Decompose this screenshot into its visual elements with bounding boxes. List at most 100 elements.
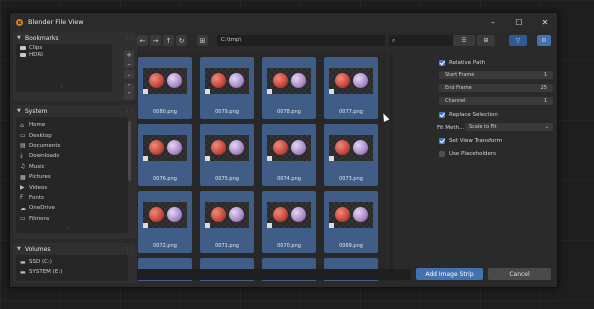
drag-handle-icon[interactable]: ⋮⋮ <box>125 109 134 115</box>
directory-path-input[interactable]: C:\tmp\ <box>217 35 385 46</box>
system-item-documents[interactable]: ▤ Documents <box>16 141 128 151</box>
file-thumbnail[interactable]: 0077.png <box>324 57 378 119</box>
volumes-header[interactable]: ▼ Volumes <box>13 243 137 255</box>
red-sphere <box>149 140 164 155</box>
filter-icon: ▽ <box>515 37 521 44</box>
back-button[interactable]: ← <box>137 35 148 46</box>
set-view-transform-option[interactable]: Set View Transform <box>439 136 502 145</box>
maximize-button[interactable]: ☐ <box>507 13 531 31</box>
add-image-strip-button[interactable]: Add Image Strip <box>416 268 483 280</box>
bookmark-menu-button[interactable]: ⌄ <box>124 70 134 79</box>
settings-button[interactable]: ⚙ <box>537 35 551 46</box>
purple-sphere <box>291 140 306 155</box>
file-thumbnail[interactable]: 0073.png <box>324 124 378 186</box>
new-folder-button[interactable]: ⊞ <box>197 35 208 46</box>
display-mode-button[interactable]: ☰ <box>453 35 475 46</box>
file-thumbnail[interactable]: 0075.png <box>200 124 254 186</box>
filter-button[interactable]: ▽ <box>509 35 527 46</box>
file-name: 0070.png <box>277 243 301 249</box>
arrow-up-icon: ↑ <box>165 36 172 45</box>
system-item-home[interactable]: ⌂ Home <box>16 120 128 130</box>
checkbox-checked-icon[interactable] <box>439 137 445 144</box>
drag-handle-icon[interactable]: ⋮⋮ <box>125 247 134 253</box>
file-thumbnail[interactable]: 0076.png <box>138 124 192 186</box>
videos-icon: ▶ <box>20 184 25 192</box>
system-item-label: Downloads <box>29 153 60 160</box>
system-scrollbar[interactable] <box>128 121 131 181</box>
volume-item-e[interactable]: ▬ SYSTEM (E:) <box>16 267 128 277</box>
minimize-icon: – <box>491 17 495 27</box>
image-preview <box>329 202 373 228</box>
image-preview <box>267 68 311 94</box>
desktop-icon: ▭ <box>20 132 26 140</box>
drag-handle-icon[interactable]: ⋮⋮ <box>125 36 134 42</box>
close-button[interactable]: ✕ <box>533 13 557 31</box>
home-icon: ⌂ <box>20 121 24 129</box>
bookmark-label: Clips <box>29 44 43 51</box>
minimize-button[interactable]: – <box>481 13 505 31</box>
chevron-down-icon: ▼ <box>17 35 21 41</box>
system-item-onedrive[interactable]: ☁ OneDrive <box>16 203 128 213</box>
title-bar[interactable]: Blender File View <box>10 13 557 31</box>
checkbox-checked-icon[interactable] <box>439 59 445 66</box>
purple-sphere <box>229 140 244 155</box>
list-view-icon: ☰ <box>461 37 467 44</box>
chevron-down-icon: ⌄ <box>544 124 549 130</box>
use-placeholders-option[interactable]: Use Placeholders <box>439 149 496 158</box>
forward-button[interactable]: → <box>150 35 161 46</box>
arrow-up-icon: ˄ <box>127 84 131 91</box>
file-thumbnail[interactable]: 0079.png <box>200 57 254 119</box>
red-sphere <box>211 140 226 155</box>
system-item-downloads[interactable]: ⤓ Downloads <box>16 151 128 161</box>
image-file-icon <box>143 156 148 161</box>
file-thumbnail[interactable]: 0069.png <box>324 191 378 253</box>
red-sphere <box>273 73 288 88</box>
file-thumbnail[interactable]: 0074.png <box>262 124 316 186</box>
bookmarks-header[interactable]: ▼ Bookmarks <box>13 32 137 44</box>
file-thumbnail[interactable]: 0071.png <box>200 191 254 253</box>
arrow-down-icon: ˅ <box>127 92 131 99</box>
volume-label: SYSTEM (E:) <box>29 269 63 275</box>
system-item-pictures[interactable]: ▦ Pictures <box>16 172 128 182</box>
field-label: End Frame <box>445 85 472 91</box>
system-item-fonts[interactable]: F Fonts <box>16 193 128 203</box>
image-preview <box>205 202 249 228</box>
volume-item-c[interactable]: ▬ SSD (C:) <box>16 257 128 267</box>
file-thumbnail[interactable]: 0070.png <box>262 191 316 253</box>
resize-grip-icon[interactable]: :: <box>66 226 69 232</box>
resize-grip-icon[interactable]: :: <box>60 84 63 90</box>
system-header[interactable]: ▼ System <box>13 105 137 117</box>
channel-field[interactable]: Channel 1 <box>439 97 553 105</box>
bookmark-item-clips[interactable]: Clips <box>16 44 112 51</box>
end-frame-field[interactable]: End Frame 25 <box>439 84 553 92</box>
purple-sphere <box>229 207 244 222</box>
file-thumbnail[interactable]: 0072.png <box>138 191 192 253</box>
refresh-button[interactable]: ↻ <box>176 35 187 46</box>
replace-selection-option[interactable]: Replace Selection <box>439 110 498 119</box>
bookmark-item-hdri[interactable]: HDRI <box>16 51 112 58</box>
remove-bookmark-button[interactable]: – <box>124 59 134 68</box>
file-grid-scrollbar[interactable] <box>390 53 393 281</box>
cancel-button[interactable]: Cancel <box>488 268 551 280</box>
filename-input[interactable] <box>137 269 411 280</box>
purple-sphere <box>353 140 368 155</box>
system-item-label: Fonts <box>29 194 44 201</box>
relative-path-option[interactable]: Relative Path <box>439 58 485 67</box>
documents-icon: ▤ <box>20 142 26 150</box>
checkbox-unchecked-icon[interactable] <box>439 150 445 157</box>
file-thumbnail[interactable]: 0080.png <box>138 57 192 119</box>
checkbox-checked-icon[interactable] <box>439 111 445 118</box>
move-down-button[interactable]: ˅ <box>124 91 134 100</box>
system-item-desktop[interactable]: ▭ Desktop <box>16 130 128 140</box>
thumbnail-view-button[interactable]: ⊞ <box>477 35 495 46</box>
option-label: Replace Selection <box>449 111 498 118</box>
file-thumbnail[interactable]: 0078.png <box>262 57 316 119</box>
chevron-down-icon: ▼ <box>17 108 21 114</box>
start-frame-field[interactable]: Start Frame 1 <box>439 71 553 79</box>
parent-directory-button[interactable]: ↑ <box>163 35 174 46</box>
add-bookmark-button[interactable]: + <box>124 50 134 59</box>
system-item-music[interactable]: ♫ Music <box>16 162 128 172</box>
fit-method-dropdown[interactable]: Scale to Fit ⌄ <box>465 123 553 131</box>
system-item-filmora[interactable]: ▭ Filmora <box>16 214 128 224</box>
system-item-videos[interactable]: ▶ Videos <box>16 182 128 192</box>
